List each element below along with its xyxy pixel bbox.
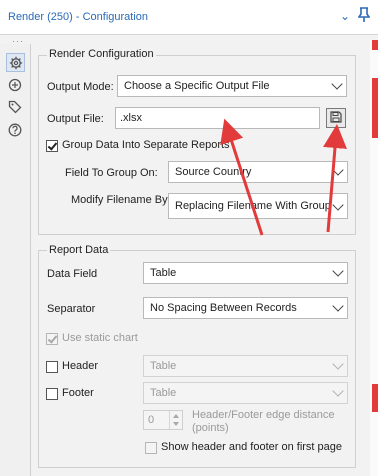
chevron-down-icon [332, 164, 344, 176]
header-checkbox[interactable] [46, 361, 58, 373]
data-field-select[interactable]: Table [143, 262, 348, 284]
red-mark [372, 40, 378, 50]
window-title: Render (250) - Configuration [8, 11, 149, 23]
distance-units-label: (points) [192, 422, 229, 434]
header-value: Table [150, 360, 177, 372]
distance-stepper[interactable]: 0 [143, 410, 183, 430]
show-first-page-checkbox[interactable] [145, 442, 157, 454]
red-mark [372, 78, 378, 138]
output-mode-value: Choose a Specific Output File [124, 80, 270, 92]
output-file-value: .xlsx [120, 112, 142, 124]
save-file-button[interactable] [326, 108, 346, 128]
field-to-group-label: Field To Group On: [65, 167, 158, 179]
footer-value: Table [150, 387, 177, 399]
chevron-down-icon [332, 358, 344, 370]
pin-icon[interactable] [357, 7, 371, 27]
field-to-group-value: Source Country [175, 166, 252, 178]
header-label: Header [62, 360, 99, 372]
static-chart-label: Use static chart [62, 332, 138, 344]
footer-checkbox[interactable] [46, 388, 58, 400]
header-select[interactable]: Table [143, 355, 348, 377]
red-mark [372, 384, 378, 412]
output-mode-select[interactable]: Choose a Specific Output File [117, 75, 347, 97]
chevron-down-icon [332, 265, 344, 277]
footer-label: Footer [62, 387, 94, 399]
chevron-down-icon [331, 78, 343, 90]
save-icon [330, 110, 342, 126]
chevron-down-icon [332, 385, 344, 397]
stepper-buttons[interactable] [169, 411, 182, 429]
field-to-group-select[interactable]: Source Country [168, 161, 348, 183]
gear-icon[interactable] [6, 53, 25, 72]
output-mode-label: Output Mode: [47, 81, 114, 93]
title-bar: Render (250) - Configuration ⌄ [0, 0, 378, 35]
modify-filename-value: Replacing Filename With Group [175, 200, 331, 212]
modify-filename-select[interactable]: Replacing Filename With Group [168, 193, 348, 219]
show-first-page-label: Show header and footer on first page [161, 441, 343, 453]
annotation-icon[interactable] [7, 77, 23, 93]
stepper-up-icon[interactable] [173, 414, 179, 418]
modify-filename-label: Modify Filename By: [71, 194, 171, 206]
distance-value: 0 [148, 414, 155, 426]
separator-select[interactable]: No Spacing Between Records [143, 297, 348, 319]
static-chart-checkbox[interactable] [46, 333, 58, 345]
help-icon[interactable] [7, 122, 23, 138]
group-data-label: Group Data Into Separate Reports [62, 139, 230, 151]
render-configuration-title: Render Configuration [47, 48, 156, 60]
footer-select[interactable]: Table [143, 382, 348, 404]
separator-value: No Spacing Between Records [150, 302, 297, 314]
data-field-value: Table [150, 267, 177, 279]
output-file-label: Output File: [47, 113, 104, 125]
stepper-down-icon[interactable] [173, 422, 179, 426]
tag-icon[interactable] [7, 99, 23, 115]
separator-label: Separator [47, 303, 96, 315]
distance-label: Header/Footer edge distance [192, 409, 335, 421]
chevron-down-icon[interactable]: ⌄ [340, 9, 350, 23]
output-file-input[interactable]: .xlsx [115, 107, 320, 129]
report-data-title: Report Data [47, 244, 111, 256]
chevron-down-icon [332, 300, 344, 312]
chevron-down-icon [332, 199, 344, 211]
group-data-checkbox[interactable] [46, 140, 58, 152]
left-icon-bar [0, 44, 31, 476]
data-field-label: Data Field [47, 268, 98, 280]
